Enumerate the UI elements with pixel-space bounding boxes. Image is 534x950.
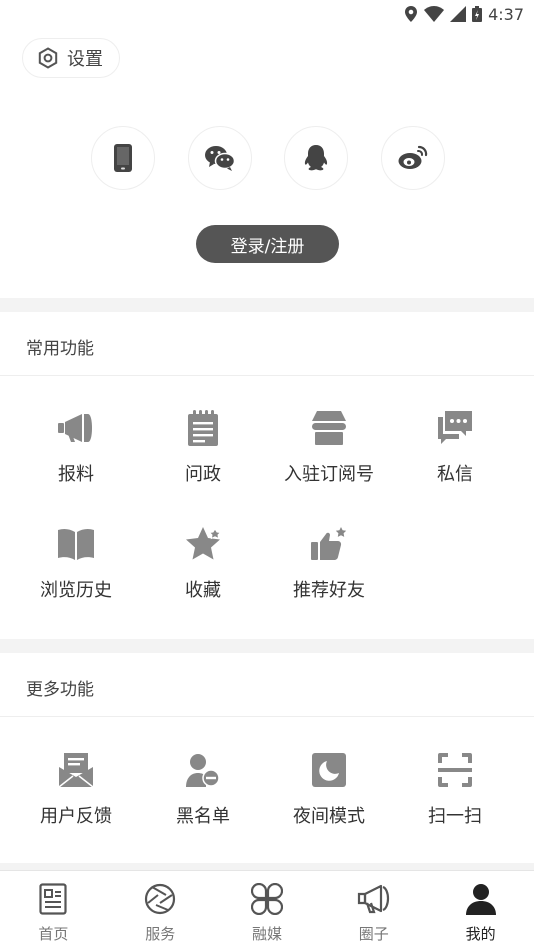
- grid-item-favorites[interactable]: 收藏: [136, 524, 270, 602]
- mail-icon: [56, 750, 96, 790]
- store-icon: [309, 408, 349, 448]
- grid-item-night-mode[interactable]: 夜间模式: [262, 750, 396, 828]
- aperture-icon: [142, 881, 178, 917]
- grid-item-label: 浏览历史: [40, 580, 112, 601]
- signal-icon: [450, 6, 467, 22]
- tab-label: 我的: [465, 925, 496, 943]
- settings-icon: [38, 47, 58, 69]
- grid-item-messages[interactable]: 私信: [388, 408, 522, 486]
- notepad-icon: [183, 408, 223, 448]
- grid-item-label: 收藏: [185, 580, 221, 601]
- tab-home[interactable]: 首页: [0, 871, 107, 950]
- tab-service[interactable]: 服务: [107, 871, 214, 950]
- grid-item-blacklist[interactable]: 黑名单: [136, 750, 270, 828]
- thumbs-up-icon: [309, 524, 349, 564]
- login-register-button[interactable]: 登录/注册: [196, 225, 339, 263]
- grid-item-scan[interactable]: 扫一扫: [388, 750, 522, 828]
- grid-item-label: 用户反馈: [40, 806, 112, 827]
- star-icon: [183, 524, 223, 564]
- grid-item-label: 夜间模式: [293, 806, 365, 827]
- moon-icon: [309, 750, 349, 790]
- grid-item-report[interactable]: 报料: [9, 408, 143, 486]
- grid-item-label: 报料: [58, 464, 94, 485]
- news-icon: [35, 881, 71, 917]
- tab-media[interactable]: 融媒: [214, 871, 321, 950]
- wechat-icon: [204, 146, 235, 171]
- megaphone-outline-icon: [356, 881, 392, 917]
- clock: 4:37: [488, 4, 524, 24]
- settings-label: 设置: [67, 49, 103, 70]
- megaphone-icon: [56, 408, 96, 448]
- block-user-icon: [183, 750, 223, 790]
- phone-login-button[interactable]: [91, 126, 155, 190]
- grid-item-label: 黑名单: [176, 806, 230, 827]
- separator: [0, 375, 534, 376]
- settings-button[interactable]: 设置: [22, 38, 120, 78]
- social-login-row: [91, 126, 445, 190]
- grid-item-subscribe[interactable]: 入驻订阅号: [262, 408, 396, 486]
- status-bar: 4:37: [0, 0, 534, 28]
- tab-circle[interactable]: 圈子: [320, 871, 427, 950]
- section-divider: [0, 298, 534, 312]
- wifi-icon: [424, 6, 445, 22]
- grid-item-label: 问政: [185, 464, 221, 485]
- user-icon: [463, 881, 499, 917]
- tab-mine[interactable]: 我的: [427, 871, 534, 950]
- weibo-login-button[interactable]: [380, 126, 445, 190]
- grid-item-feedback[interactable]: 用户反馈: [9, 750, 143, 828]
- grid-item-label: 私信: [437, 464, 473, 485]
- wechat-login-button[interactable]: [187, 126, 252, 190]
- grid-item-recommend[interactable]: 推荐好友: [262, 524, 396, 602]
- tab-label: 圈子: [358, 925, 389, 943]
- qq-icon: [305, 145, 328, 171]
- common-functions-title: 常用功能: [26, 339, 94, 359]
- section-divider: [0, 863, 534, 870]
- qq-login-button[interactable]: [284, 126, 349, 190]
- phone-icon: [114, 144, 132, 172]
- grid-item-label: 入驻订阅号: [284, 464, 374, 485]
- location-icon: [405, 6, 418, 22]
- battery-icon: [472, 6, 483, 22]
- message-icon: [435, 408, 475, 448]
- tab-label: 首页: [38, 925, 69, 943]
- more-functions-title: 更多功能: [26, 680, 94, 700]
- grid-item-label: 推荐好友: [293, 580, 365, 601]
- grid-item-history[interactable]: 浏览历史: [9, 524, 143, 602]
- tab-label: 融媒: [251, 925, 282, 943]
- separator: [0, 716, 534, 717]
- section-divider: [0, 639, 534, 653]
- scan-icon: [435, 750, 475, 790]
- grid-item-inquiry[interactable]: 问政: [136, 408, 270, 486]
- tab-label: 服务: [145, 925, 176, 943]
- grid-item-label: 扫一扫: [428, 806, 482, 827]
- bottom-tab-bar: 首页 服务 融媒 圈子 我的: [0, 870, 534, 950]
- clover-icon: [249, 881, 285, 917]
- book-icon: [56, 524, 96, 564]
- weibo-icon: [398, 145, 428, 169]
